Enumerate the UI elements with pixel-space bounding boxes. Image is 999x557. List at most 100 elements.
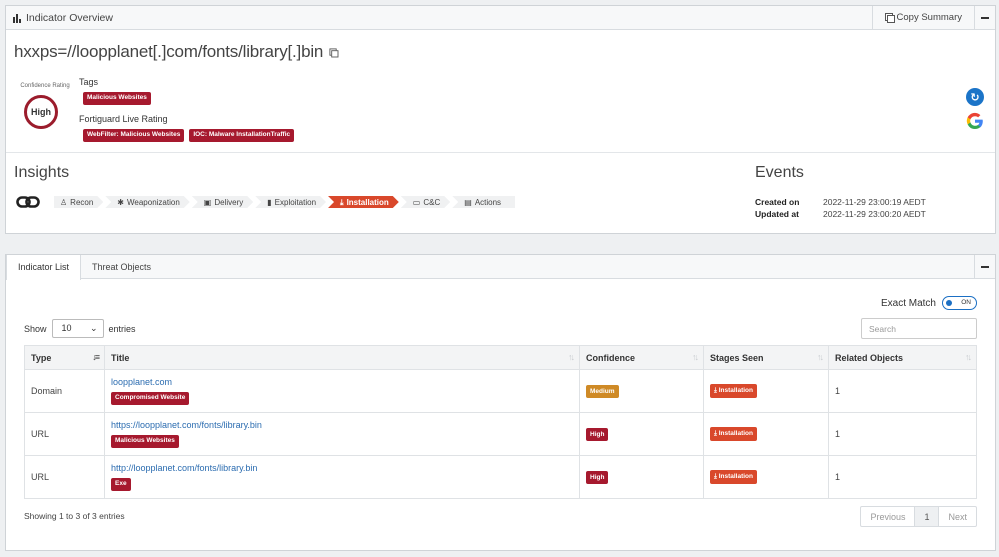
stage-delivery[interactable]: ▣ Delivery (192, 196, 253, 208)
indicator-value: hxxps=//loopplanet[.]com/fonts/library[.… (14, 42, 324, 61)
external-lookups: ↻ (965, 88, 985, 131)
indicator-table: Type ↓≡ Title ↑↓ Confidence ↑↓ Stages Seen ↑… (24, 345, 977, 499)
cell-type: URL (24, 412, 105, 456)
indicator-link[interactable]: loopplanet.com (111, 377, 573, 387)
sort-icon: ↑↓ (965, 352, 972, 362)
search-placeholder: Search (869, 324, 896, 334)
cell-confidence: Medium (579, 369, 704, 413)
tab-indicator-list[interactable]: Indicator List (6, 255, 82, 280)
chain-link-icon (16, 196, 40, 208)
kill-chain: ♙ Recon ✱ Weaponization ▣ Delivery ▮ Exploitati… (16, 195, 517, 209)
search-input[interactable]: Search (861, 318, 977, 339)
cell-type: Domain (24, 369, 105, 413)
indicator-title: hxxps=//loopplanet[.]com/fonts/library[.… (14, 42, 339, 62)
cell-confidence: High (579, 412, 704, 456)
fortiguard-label: Fortiguard Live Rating (79, 114, 168, 124)
fortiguard-tag-badge[interactable]: WebFilter: Malicious Websites (83, 129, 185, 142)
indicator-list-panel: Indicator List Threat Objects Exact Matc… (5, 254, 996, 551)
tab-threat-objects[interactable]: Threat Objects (81, 255, 162, 279)
show-label: Show (24, 323, 47, 334)
previous-button[interactable]: Previous (861, 507, 916, 526)
sort-icon: ↑↓ (692, 352, 699, 362)
google-icon[interactable] (965, 111, 985, 131)
column-label: Type (31, 352, 52, 363)
globe-lookup-icon[interactable]: ↻ (966, 88, 984, 106)
tags-label: Tags (79, 77, 99, 87)
binoculars-icon: ♙ (60, 198, 68, 207)
cell-confidence: High (579, 455, 704, 499)
stage-installation[interactable]: ⤓ Installation (328, 196, 399, 208)
exact-match: Exact Match ON (881, 296, 977, 310)
cell-related: 1 (828, 455, 977, 499)
collapse-overview-button[interactable] (974, 6, 995, 29)
lock-icon: ▮ (267, 198, 272, 207)
cell-stages: ⤓ Installation (703, 412, 829, 456)
stage-badge: ⤓ Installation (710, 384, 757, 398)
fortiguard-tag-badge[interactable]: IOC: Malware InstallationTraffic (189, 129, 295, 142)
stage-label: Recon (70, 198, 94, 207)
column-header-confidence[interactable]: Confidence ↑↓ (579, 345, 704, 370)
stage-badge: ⤓ Installation (710, 470, 757, 484)
stage-recon[interactable]: ♙ Recon (54, 196, 103, 208)
sort-icon: ↑↓ (817, 352, 824, 362)
download-icon: ⤓ (340, 197, 344, 207)
next-button[interactable]: Next (939, 507, 976, 526)
events-title: Events (755, 164, 804, 181)
cell-title: loopplanet.com Compromised Website (104, 369, 580, 413)
insights-title: Insights (14, 164, 70, 181)
copy-summary-button[interactable]: Copy Summary (871, 6, 974, 29)
collapse-list-button[interactable] (974, 255, 995, 278)
column-header-stages[interactable]: Stages Seen ↑↓ (703, 345, 829, 370)
fortiguard-tags: WebFilter: Malicious Websites IOC: Malwa… (83, 129, 295, 142)
column-header-related[interactable]: Related Objects ↑↓ (828, 345, 977, 370)
bar-chart-icon (13, 13, 21, 23)
page-1-button[interactable]: 1 (915, 507, 940, 526)
indicator-link[interactable]: http://loopplanet.com/fonts/library.bin (111, 463, 573, 473)
table-row: URL http://loopplanet.com/fonts/library.… (24, 455, 977, 499)
entries-value: 10 (61, 323, 72, 333)
row-tag-badge: Malicious Websites (111, 435, 179, 448)
column-label: Stages Seen (710, 352, 764, 363)
stage-label: Installation (346, 198, 389, 207)
cell-stages: ⤓ Installation (703, 369, 829, 413)
tag-badge[interactable]: Malicious Websites (83, 92, 151, 105)
created-label: Created on (755, 197, 800, 207)
confidence-badge: High (586, 470, 609, 484)
tab-bar: Indicator List Threat Objects (6, 255, 162, 280)
stage-weaponization[interactable]: ✱ Weaponization (105, 196, 189, 208)
stage-label: Exploitation (274, 198, 317, 207)
stage-label: Weaponization (127, 198, 180, 207)
stage-badge-label: Installation (718, 430, 753, 437)
confidence-rating-value: High (31, 107, 51, 117)
sort-icon: ↓≡ (92, 352, 100, 362)
stage-actions[interactable]: ▤ Actions (452, 196, 516, 208)
created-row: Created on 2022-11-29 23:00:19 AEDT (755, 197, 926, 207)
stage-badge-label: Installation (718, 473, 753, 480)
minus-icon (981, 265, 989, 268)
laptop-icon: ▭ (412, 198, 421, 207)
entries-select[interactable]: 10 ⌄ (51, 319, 104, 338)
tags-list: Malicious Websites (83, 92, 151, 105)
table-row: Domain loopplanet.com Compromised Websit… (24, 369, 977, 413)
stage-c-c[interactable]: ▭ C&C (401, 196, 450, 208)
confidence-rating-label: Confidence Rating (20, 83, 70, 89)
exact-match-toggle[interactable]: ON (942, 296, 977, 310)
cell-title: http://loopplanet.com/fonts/library.bin … (104, 455, 580, 499)
table-row: URL https://loopplanet.com/fonts/library… (24, 412, 977, 456)
cell-related: 1 (828, 412, 977, 456)
stage-exploitation[interactable]: ▮ Exploitation (255, 196, 326, 208)
updated-label: Updated at (755, 209, 799, 219)
column-label: Related Objects (835, 352, 904, 363)
column-label: Title (111, 352, 130, 363)
row-tag-badge: Compromised Website (111, 392, 190, 405)
updated-value: 2022-11-29 23:00:20 AEDT (823, 209, 926, 219)
toggle-state: ON (961, 299, 971, 306)
copy-indicator-icon[interactable] (329, 47, 339, 57)
confidence-badge: High (586, 427, 609, 441)
cell-related: 1 (828, 369, 977, 413)
column-header-title[interactable]: Title ↑↓ (104, 345, 580, 370)
indicator-link[interactable]: https://loopplanet.com/fonts/library.bin (111, 420, 573, 430)
row-tag-badge: Exe (111, 478, 131, 491)
column-header-type[interactable]: Type ↓≡ (24, 345, 105, 370)
keyboard-icon: ▤ (464, 198, 472, 207)
